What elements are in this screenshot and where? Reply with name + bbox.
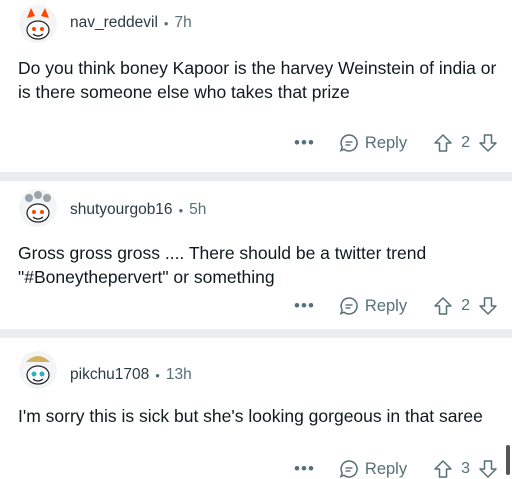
comment-header: pikchu1708 • 13h (70, 366, 192, 384)
comment-divider (0, 329, 512, 338)
upvote-arrow-icon[interactable] (433, 296, 453, 316)
comment-actions: ••• Reply 2 (294, 296, 498, 316)
meta-separator: • (178, 202, 184, 218)
comment-1: nav_reddevil • 7h Do you think boney Kap… (0, 0, 512, 172)
vote-controls: 2 (433, 296, 498, 316)
reply-button[interactable]: Reply (339, 133, 407, 153)
reply-label: Reply (364, 133, 408, 152)
vote-count: 2 (461, 134, 470, 151)
comment-bubble-icon (339, 134, 358, 152)
meta-separator: • (155, 367, 160, 383)
snoo-avatar-icon[interactable] (18, 4, 58, 44)
vote-count: 2 (461, 297, 470, 314)
comment-header: nav_reddevil • 7h (70, 14, 192, 32)
vote-controls: 3 (433, 459, 498, 479)
timestamp: 7h (174, 14, 192, 31)
username[interactable]: shutyourgob16 (70, 201, 173, 219)
vote-count: 3 (461, 460, 470, 477)
username[interactable]: pikchu1708 (70, 366, 149, 384)
username[interactable]: nav_reddevil (70, 14, 158, 32)
snoo-avatar-icon[interactable] (18, 188, 58, 228)
more-options-button[interactable]: ••• (294, 133, 315, 153)
timestamp: 13h (165, 366, 192, 383)
snoo-avatar-icon[interactable] (18, 350, 58, 390)
downvote-arrow-icon[interactable] (478, 296, 498, 316)
upvote-arrow-icon[interactable] (433, 133, 453, 153)
more-options-button[interactable]: ••• (294, 296, 315, 316)
comment-actions: ••• Reply 3 (294, 459, 498, 479)
vote-controls: 2 (433, 133, 498, 153)
comment-3: pikchu1708 • 13h I'm sorry this is sick … (0, 338, 512, 479)
reply-label: Reply (364, 459, 408, 478)
scrollbar[interactable] (506, 445, 510, 475)
comment-divider (0, 172, 512, 181)
downvote-arrow-icon[interactable] (478, 459, 498, 479)
comment-actions: ••• Reply 2 (294, 133, 498, 153)
downvote-arrow-icon[interactable] (478, 133, 498, 153)
comment-header: shutyourgob16 • 5h (70, 201, 206, 219)
reply-label: Reply (364, 296, 408, 315)
meta-separator: • (163, 15, 169, 31)
comment-text: Gross gross gross .... There should be a… (18, 243, 427, 287)
comment-2: shutyourgob16 • 5h Gross gross gross ...… (0, 181, 512, 329)
reply-button[interactable]: Reply (339, 296, 407, 316)
comment-bubble-icon (339, 460, 358, 478)
upvote-arrow-icon[interactable] (433, 459, 453, 479)
comment-text: I'm sorry this is sick but she's looking… (18, 406, 483, 426)
more-options-button[interactable]: ••• (294, 459, 315, 479)
reply-button[interactable]: Reply (339, 459, 407, 479)
timestamp: 5h (189, 201, 207, 218)
comment-bubble-icon (339, 297, 358, 315)
comment-text: Do you think boney Kapoor is the harvey … (18, 58, 497, 102)
